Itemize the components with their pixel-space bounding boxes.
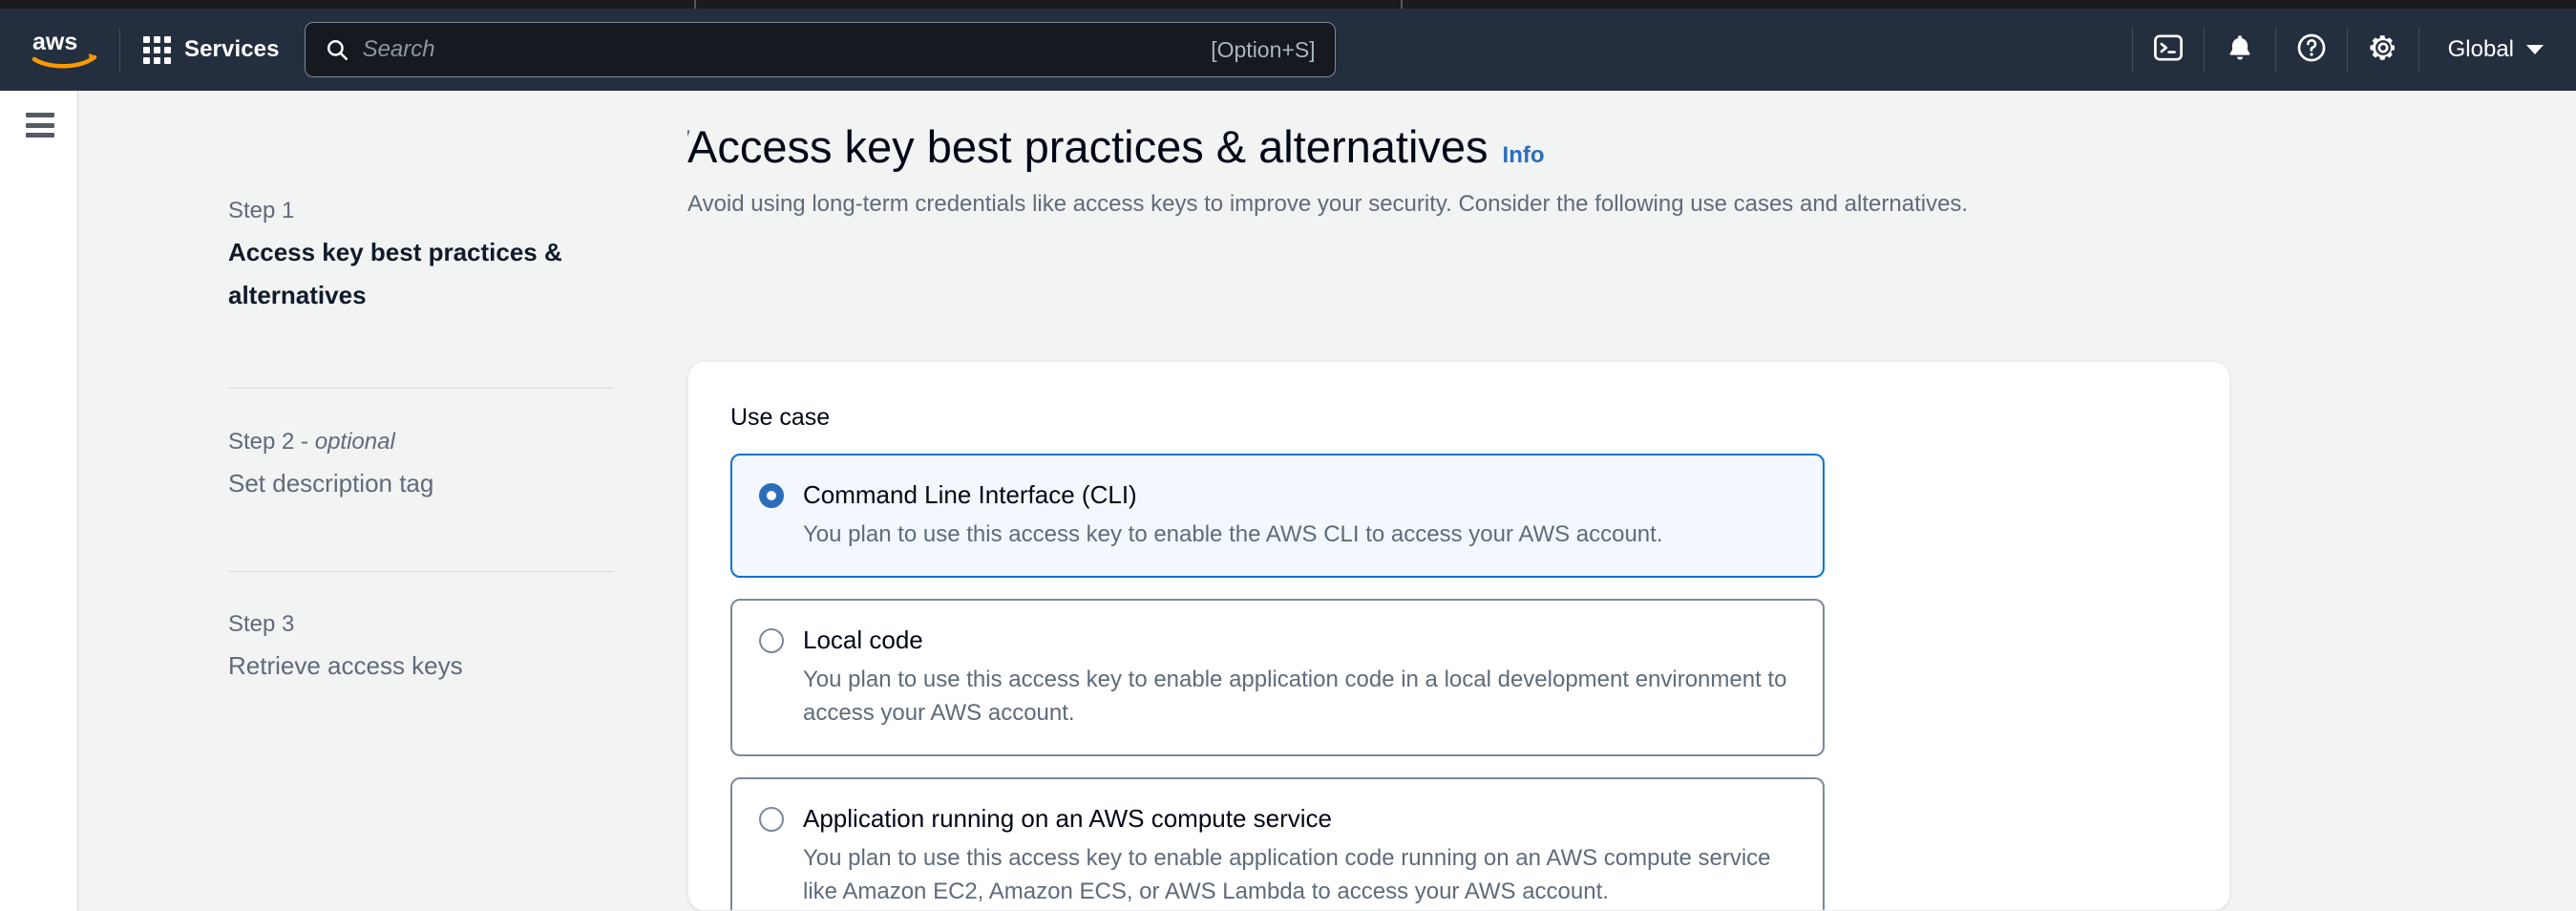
page-header: Access key best practices & alternatives…: [687, 119, 1545, 175]
main-content: Access key best practices & alternatives…: [687, 91, 2576, 911]
page-body: IAM Users teste Create access key Step 1…: [0, 91, 2576, 911]
services-menu-label: Services: [184, 36, 280, 62]
wizard-step-2-title: Set description tag: [228, 469, 434, 498]
search-shortcut-hint: [Option+S]: [1211, 36, 1316, 62]
settings-button[interactable]: [2348, 9, 2418, 91]
use-case-option-local-code[interactable]: Local code You plan to use this access k…: [730, 599, 1825, 756]
wizard-step-1-title: Access key best practices & alternatives: [228, 238, 562, 309]
use-case-card: Use case Command Line Interface (CLI) Yo…: [687, 361, 2230, 911]
wizard-step-divider: [228, 571, 614, 572]
browser-tab-divider: [694, 0, 696, 9]
region-label: Global: [2447, 36, 2514, 62]
bell-icon: [2225, 32, 2255, 68]
page-title: Access key best practices & alternatives: [687, 121, 1489, 172]
radio-icon-selected[interactable]: [759, 483, 784, 508]
svg-text:aws: aws: [32, 29, 77, 55]
topnav-right-cluster: Global: [2131, 9, 2576, 91]
radio-icon-unselected[interactable]: [759, 807, 784, 832]
wizard-step-divider: [228, 388, 614, 389]
aws-top-navigation: aws Services Search [Option+S] Global: [0, 9, 2576, 91]
left-navigation-rail: [0, 91, 78, 911]
radio-icon-unselected[interactable]: [759, 628, 784, 653]
search-icon: [325, 37, 349, 62]
use-case-option-aws-compute-title: Application running on an AWS compute se…: [803, 804, 1333, 833]
search-input[interactable]: Search: [363, 36, 1212, 63]
gear-icon: [2367, 32, 2399, 69]
page-description: Avoid using long-term credentials like a…: [687, 191, 1969, 217]
notifications-button[interactable]: [2205, 9, 2275, 91]
nav-divider: [119, 28, 120, 72]
use-case-label: Use case: [730, 404, 831, 431]
question-circle-icon: [2295, 32, 2328, 69]
grid-icon: [143, 35, 171, 64]
use-case-option-local-code-description: You plan to use this access key to enabl…: [803, 667, 1787, 726]
wizard-step-2-kicker-text: Step 2 -: [228, 429, 315, 455]
cloudshell-icon: [2152, 32, 2185, 69]
wizard-step-1[interactable]: Step 1 Access key best practices & alter…: [228, 196, 614, 317]
wizard-step-3-title: Retrieve access keys: [228, 651, 463, 680]
use-case-option-aws-compute[interactable]: Application running on an AWS compute se…: [730, 777, 1825, 910]
help-button[interactable]: [2276, 9, 2347, 91]
wizard-step-1-kicker: Step 1: [228, 198, 295, 223]
browser-tab-divider: [1401, 0, 1403, 9]
browser-chrome-strip: [0, 0, 2576, 9]
use-case-option-aws-compute-description: You plan to use this access key to enabl…: [803, 845, 1771, 904]
wizard-step-2-kicker: Step 2 - optional: [228, 427, 614, 457]
use-case-option-cli-title: Command Line Interface (CLI): [803, 480, 1137, 509]
global-search-box[interactable]: Search [Option+S]: [304, 22, 1336, 77]
cloudshell-button[interactable]: [2133, 9, 2204, 91]
wizard-step-2[interactable]: Step 2 - optional Set description tag: [228, 427, 614, 505]
hamburger-icon[interactable]: [26, 113, 54, 138]
use-case-option-local-code-title: Local code: [803, 625, 923, 654]
region-selector[interactable]: Global: [2419, 9, 2576, 91]
aws-logo[interactable]: aws: [32, 29, 100, 71]
wizard-step-2-optional-tag: optional: [314, 429, 395, 455]
chevron-down-icon: [2526, 45, 2544, 54]
wizard-step-3[interactable]: Step 3 Retrieve access keys: [228, 609, 614, 688]
services-menu-button[interactable]: Services: [139, 31, 284, 70]
use-case-option-cli-description: You plan to use this access key to enabl…: [803, 521, 1663, 547]
wizard-steps: Step 1 Access key best practices & alter…: [79, 91, 687, 911]
wizard-step-3-kicker: Step 3: [228, 611, 295, 637]
info-link[interactable]: Info: [1503, 142, 1545, 169]
use-case-option-cli[interactable]: Command Line Interface (CLI) You plan to…: [730, 454, 1825, 578]
